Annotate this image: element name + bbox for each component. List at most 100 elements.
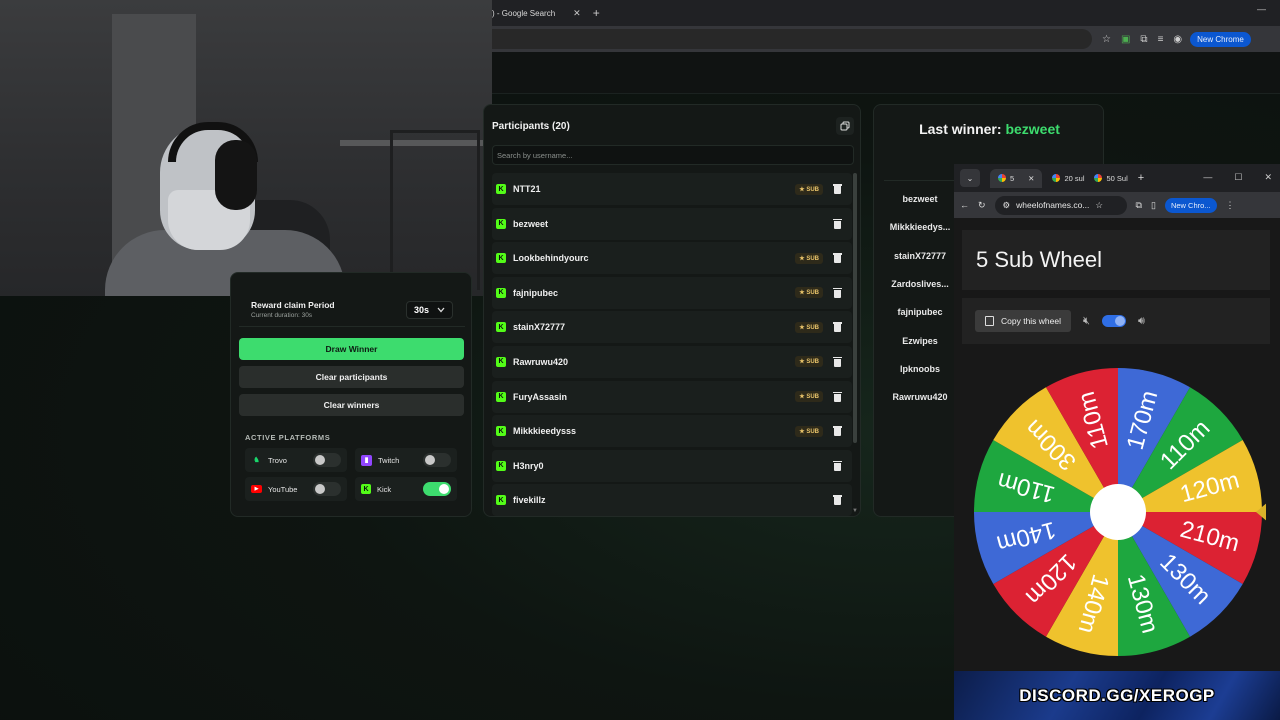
participants-panel: Participants (20) Search by username... … xyxy=(483,104,861,517)
new-tab-icon[interactable]: + xyxy=(1138,172,1144,184)
bookmark-star-icon[interactable]: ☆ xyxy=(1102,34,1111,45)
participant-list: K NTT21 ★ SUB Kbezweet K Lookbehindyourc ★ S… xyxy=(492,173,852,516)
participant-name: NTT21 xyxy=(513,184,541,194)
participants-header: Participants (20) xyxy=(492,115,854,137)
prize-wheel[interactable]: 170m110m120m210m130m130m140m120m140m110m… xyxy=(970,364,1266,660)
back-arrow-icon[interactable]: ← xyxy=(960,200,969,210)
browser-toolbar: ☆ ▣ ⧉ ≡ ◉ New Chrome xyxy=(492,26,1280,52)
new-chrome-button[interactable]: New Chrome xyxy=(1190,31,1251,47)
participant-name: fajnipubec xyxy=(513,287,559,298)
last-winner-heading: Last winner: bezweet xyxy=(874,121,1103,137)
new-tab-icon[interactable]: + xyxy=(593,6,600,20)
sub-badge: ★ SUB xyxy=(795,287,823,299)
trash-icon[interactable] xyxy=(833,495,842,506)
close-icon[interactable]: ✕ xyxy=(573,8,581,19)
browser-tab-title[interactable]: ) - Google Search xyxy=(492,9,555,18)
clear-participants-button[interactable]: Clear participants xyxy=(239,366,464,388)
close-window-icon[interactable]: ✕ xyxy=(1264,172,1272,183)
winner-name: lpknoobs xyxy=(900,363,940,374)
trash-icon[interactable] xyxy=(833,391,842,402)
winner-name: Ezwipes xyxy=(902,335,938,346)
trash-icon[interactable] xyxy=(833,184,842,194)
participant-name: bezweet xyxy=(513,218,549,229)
participant-name: Mikkkieedysss xyxy=(513,426,577,437)
trash-icon[interactable] xyxy=(833,218,842,229)
site-info-icon[interactable]: ⚙ xyxy=(1003,200,1011,211)
participant-row: Kfajnipubec ★ SUB xyxy=(492,276,852,309)
reload-icon[interactable]: ↻ xyxy=(978,200,986,211)
trash-icon[interactable] xyxy=(833,460,842,471)
bookmark-star-icon[interactable]: ☆ xyxy=(1095,200,1103,211)
kick-icon: K xyxy=(496,218,506,229)
participants-title: Participants (20) xyxy=(492,120,570,132)
address-bar[interactable] xyxy=(492,29,1092,49)
kick-icon: K xyxy=(496,356,506,367)
popup-tab-label: 20 sul xyxy=(1064,173,1085,183)
extensions-puzzle-icon[interactable]: ⧉ xyxy=(1136,200,1142,211)
winner-name: Zardoslives... xyxy=(891,279,949,290)
trash-icon[interactable] xyxy=(833,253,842,264)
toolbar-icons: ☆ ▣ ⧉ ≡ ◉ xyxy=(1102,34,1182,45)
webcam-overlay xyxy=(0,0,492,296)
participant-row: KstainX72777 ★ SUB xyxy=(492,311,852,344)
popup-address-bar[interactable]: ⚙ wheelofnames.co... ☆ xyxy=(994,195,1127,215)
extension-badge-icon[interactable]: ▣ xyxy=(1121,34,1130,45)
profile-avatar-icon[interactable]: ◉ xyxy=(1173,34,1182,45)
chevron-down-icon xyxy=(437,307,445,312)
participant-name: Rawruwu420 xyxy=(513,356,569,367)
sub-badge: ★ SUB xyxy=(795,391,823,403)
winner-name: bezweet xyxy=(902,194,938,205)
trash-icon[interactable] xyxy=(833,356,842,367)
sidebar-icon[interactable]: ▯ xyxy=(1151,200,1156,211)
platform-name: Kick xyxy=(377,484,392,494)
platform-twitch: ▮ Twitch xyxy=(355,448,457,472)
tab-search-chevron-icon[interactable]: ⌄ xyxy=(960,169,980,187)
reward-claim-duration: Current duration: 30s xyxy=(251,312,313,319)
mute-icon[interactable]: 🔇︎ xyxy=(1083,315,1090,328)
volume-icon[interactable]: 🔊︎ xyxy=(1138,315,1145,328)
copy-wheel-button[interactable]: Copy this wheel xyxy=(975,310,1072,332)
google-favicon-icon xyxy=(1052,174,1061,182)
copy-participants-button[interactable] xyxy=(836,117,854,135)
wheel-title[interactable]: 5 Sub Wheel xyxy=(962,230,1270,290)
sub-badge: ★ SUB xyxy=(795,321,823,333)
duration-select[interactable]: 30s xyxy=(405,300,453,319)
trovo-icon: ♞ xyxy=(253,457,260,464)
kick-icon: K xyxy=(496,495,506,506)
minimize-icon[interactable]: — xyxy=(1203,172,1212,183)
media-queue-icon[interactable]: ≡ xyxy=(1158,34,1164,45)
controls-panel: Reward claim Period Current duration: 30… xyxy=(230,272,472,517)
kick-toggle[interactable] xyxy=(423,482,451,496)
winner-name: stainX72777 xyxy=(893,250,947,261)
platform-name: YouTube xyxy=(268,484,298,494)
extensions-puzzle-icon[interactable]: ⧉ xyxy=(1140,34,1147,45)
copy-icon xyxy=(985,316,994,326)
browser-chrome: ) - Google Search ✕ + — ☆ ▣ ⧉ ≡ ◉ New Ch… xyxy=(492,0,1280,52)
popup-tab[interactable]: 20 sul xyxy=(1052,174,1084,183)
sub-badge: ★ SUB xyxy=(795,183,823,195)
sound-toggle[interactable] xyxy=(1101,315,1126,327)
participant-search-input[interactable]: Search by username... xyxy=(492,145,854,165)
close-icon[interactable]: ✕ xyxy=(1028,174,1034,183)
platform-youtube: ▶ YouTube xyxy=(245,477,347,501)
draw-winner-button[interactable]: Draw Winner xyxy=(239,338,464,360)
wheel-center[interactable] xyxy=(1090,484,1146,540)
new-chrome-button[interactable]: New Chro... xyxy=(1164,197,1217,213)
popup-tab[interactable]: 50 Sul xyxy=(1094,174,1128,183)
participant-row: Kbezweet xyxy=(492,207,852,240)
youtube-toggle[interactable] xyxy=(313,482,341,496)
minimize-icon[interactable]: — xyxy=(1257,4,1266,14)
trash-icon[interactable] xyxy=(833,426,842,437)
participant-row: K NTT21 ★ SUB xyxy=(492,173,852,205)
copy-icon xyxy=(840,121,850,131)
popup-tab-active[interactable]: 5 ✕ xyxy=(990,168,1043,188)
more-menu-icon[interactable]: ⋮ xyxy=(1226,200,1235,211)
maximize-icon[interactable]: ☐ xyxy=(1234,172,1242,183)
trash-icon[interactable] xyxy=(833,322,842,333)
participants-scrollbar[interactable] xyxy=(853,173,857,443)
twitch-toggle[interactable] xyxy=(423,453,451,467)
clear-winners-button[interactable]: Clear winners xyxy=(239,394,464,416)
scroll-down-icon[interactable]: ▼ xyxy=(852,508,858,514)
trash-icon[interactable] xyxy=(833,287,842,298)
trovo-toggle[interactable] xyxy=(313,453,341,467)
